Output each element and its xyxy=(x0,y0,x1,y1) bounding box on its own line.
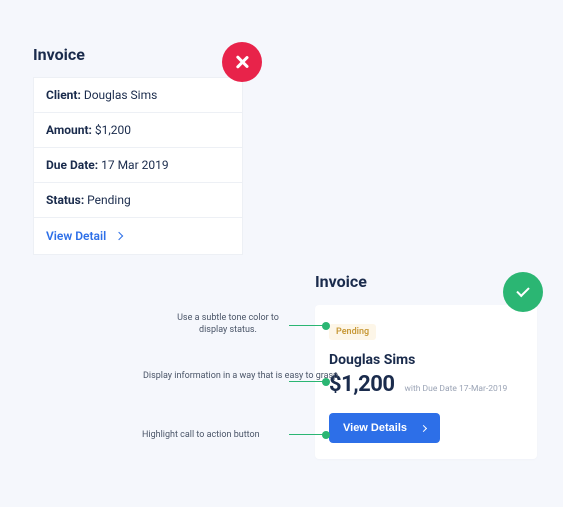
value: Douglas Sims xyxy=(81,88,157,102)
value: Pending xyxy=(84,193,131,207)
value: 17 Mar 2019 xyxy=(98,158,168,172)
row-status: Status: Pending xyxy=(33,182,243,218)
x-icon xyxy=(235,55,249,69)
due-date-text: with Due Date 17-Mar-2019 xyxy=(405,384,508,394)
connector-dot-icon xyxy=(322,431,330,439)
amount-row: $1,200 with Due Date 17-Mar-2019 xyxy=(329,372,523,397)
label: Due Date: xyxy=(46,158,98,172)
row-due-date: Due Date: 17 Mar 2019 xyxy=(33,147,243,183)
row-client: Client: Douglas Sims xyxy=(33,77,243,113)
connector-dot-icon xyxy=(322,322,330,330)
connector-dot-icon xyxy=(322,378,330,386)
label: Amount: xyxy=(46,123,92,137)
annotation-status: Use a subtle tone color to display statu… xyxy=(168,312,288,336)
status-badge: Pending xyxy=(329,324,376,340)
bad-indicator-badge xyxy=(222,42,262,82)
annotation-cta: Highlight call to action button xyxy=(142,429,260,441)
invoice-card-bad: Invoice Client: Douglas Sims Amount: $1,… xyxy=(33,45,243,255)
connector-line xyxy=(289,325,326,326)
view-detail-link[interactable]: View Detail xyxy=(33,217,243,255)
value: $1,200 xyxy=(92,123,131,137)
button-label: View Details xyxy=(343,422,407,434)
card-body: Pending Douglas Sims $1,200 with Due Dat… xyxy=(315,305,537,459)
check-icon xyxy=(516,284,529,297)
label: Status: xyxy=(46,193,84,207)
invoice-card-good: Invoice Pending Douglas Sims $1,200 with… xyxy=(315,272,537,459)
chevron-right-icon xyxy=(115,232,123,240)
row-amount: Amount: $1,200 xyxy=(33,112,243,148)
label: Client: xyxy=(46,88,81,102)
connector-line xyxy=(289,381,326,382)
good-indicator-badge xyxy=(503,272,543,312)
card-title: Invoice xyxy=(33,45,243,64)
view-details-button[interactable]: View Details xyxy=(329,413,440,443)
chevron-right-icon xyxy=(420,424,427,431)
link-text: View Detail xyxy=(46,229,106,243)
client-name: Douglas Sims xyxy=(329,352,523,368)
connector-line xyxy=(289,434,326,435)
